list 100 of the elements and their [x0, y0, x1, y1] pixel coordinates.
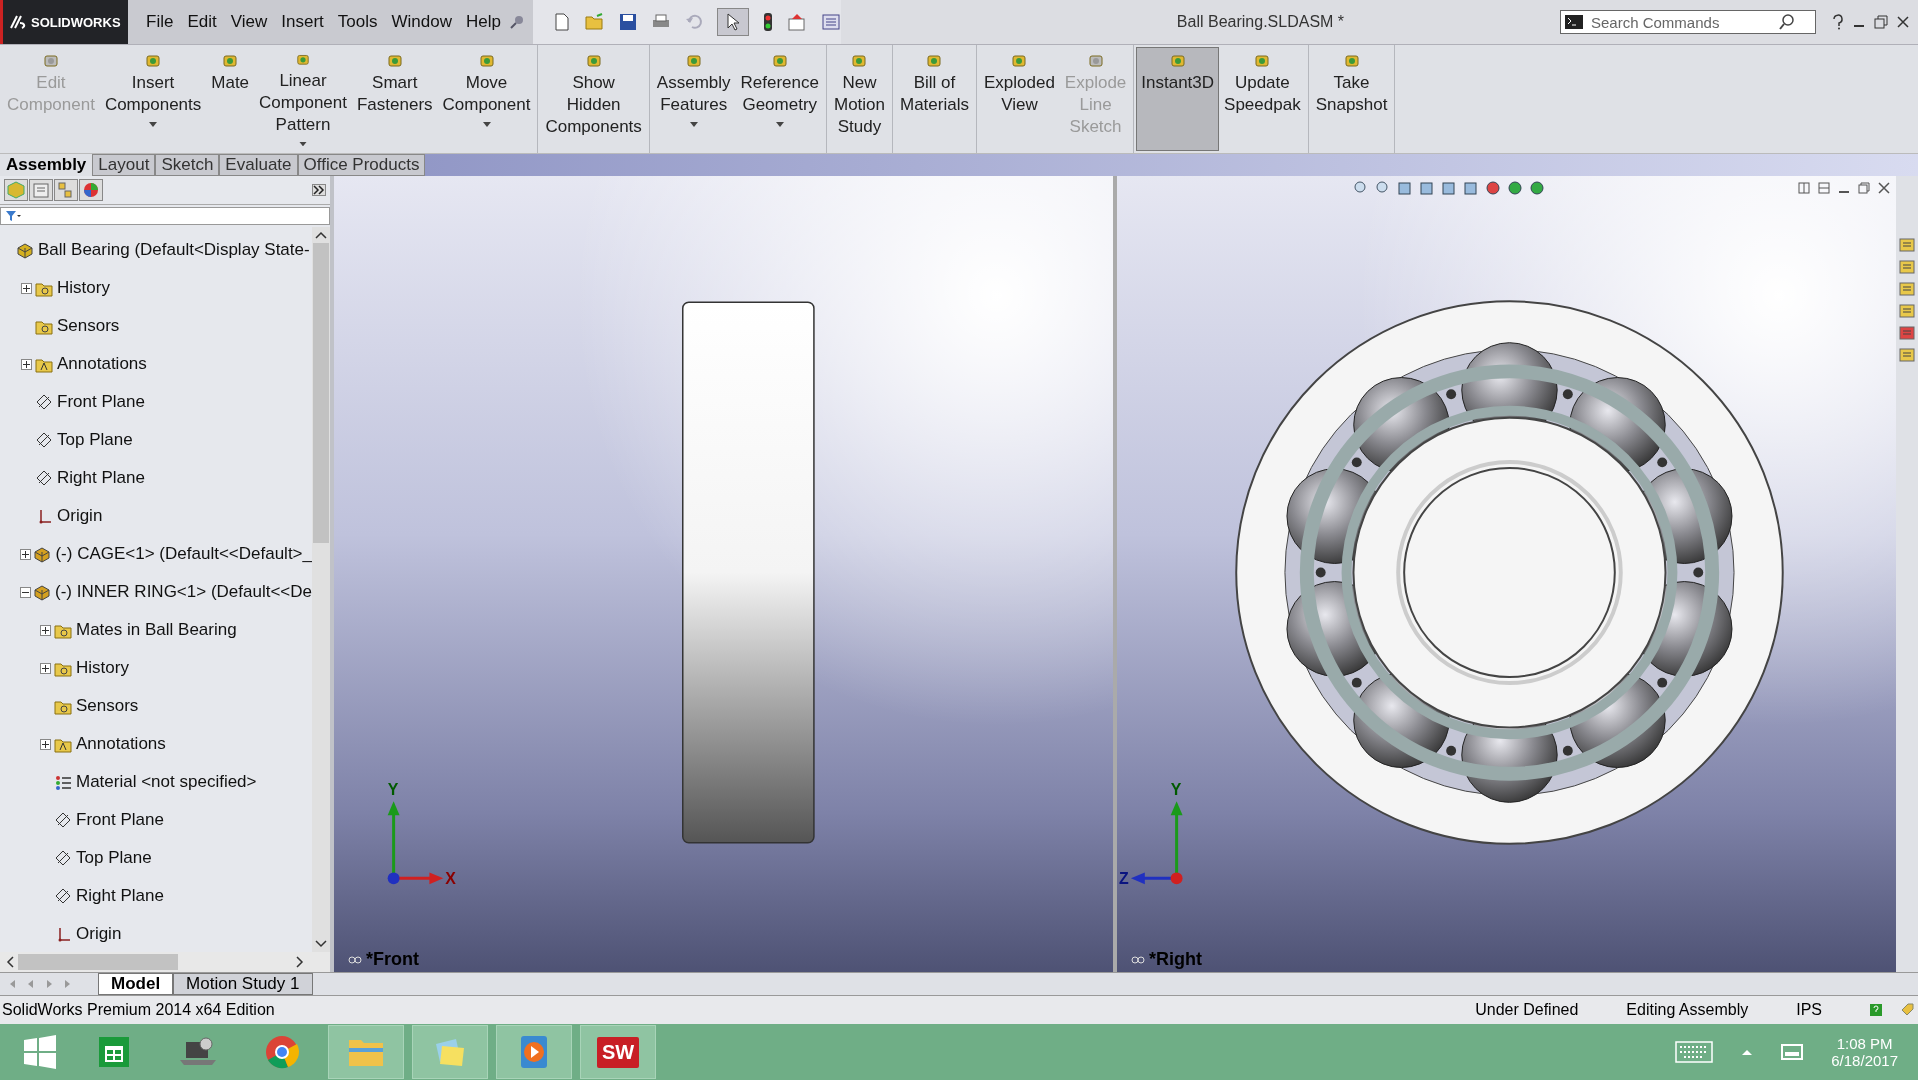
ribbon-button[interactable]: Instant3D	[1136, 47, 1220, 151]
filter-field[interactable]	[0, 207, 330, 225]
ribbon-button[interactable]: Mate	[206, 47, 255, 151]
menu-item[interactable]: Help	[459, 12, 507, 32]
view-tool-icon[interactable]	[1375, 180, 1391, 196]
tree-item[interactable]: Right Plane	[76, 886, 164, 906]
tree-item[interactable]: Ball Bearing (Default<Display State-	[38, 240, 310, 260]
view-tool-icon[interactable]	[1441, 180, 1457, 196]
task-pane-icon[interactable]	[1898, 236, 1916, 254]
expand-toggle-icon[interactable]	[38, 662, 52, 674]
tree-item[interactable]: Right Plane	[57, 468, 145, 488]
search-input[interactable]: Search Commands	[1589, 12, 1773, 32]
scroll-left-icon[interactable]	[6, 956, 14, 968]
task-pane-icon[interactable]	[1898, 346, 1916, 364]
scroll-right-icon[interactable]	[296, 956, 304, 968]
restore-icon[interactable]	[1874, 15, 1888, 29]
view-tool-icon[interactable]	[1507, 180, 1523, 196]
tree-item[interactable]: History	[76, 658, 129, 678]
traffic-light-icon[interactable]	[762, 12, 773, 32]
tree-item[interactable]: History	[57, 278, 110, 298]
task-pane-icon[interactable]	[1898, 280, 1916, 298]
ribbon-tab[interactable]: Sketch	[155, 154, 220, 176]
view-tool-icon[interactable]	[1529, 180, 1545, 196]
expand-toggle-icon[interactable]	[19, 548, 32, 560]
ribbon-button[interactable]: Take Snapshot	[1310, 47, 1393, 151]
expand-toggle-icon[interactable]	[19, 586, 32, 598]
task-pane-icon[interactable]	[1898, 258, 1916, 276]
taskbar-app[interactable]: SW	[580, 1025, 656, 1079]
bottom-tab[interactable]: Motion Study 1	[173, 973, 313, 995]
view-tool-icon[interactable]	[1353, 180, 1369, 196]
options-icon[interactable]	[786, 13, 807, 31]
restore-icon[interactable]	[1858, 182, 1870, 194]
ribbon-button[interactable]: Smart Fasteners	[351, 47, 438, 151]
keyboard-icon[interactable]	[1675, 1041, 1714, 1063]
view-tool-icon[interactable]	[1463, 180, 1479, 196]
appearance-tab-icon[interactable]	[79, 179, 103, 201]
task-pane-icon[interactable]	[1898, 324, 1916, 342]
tree-item[interactable]: (-) CAGE<1> (Default<<Default>_	[55, 544, 312, 564]
save-icon[interactable]	[618, 13, 637, 31]
expand-toggle-icon[interactable]	[19, 358, 33, 370]
ribbon-button[interactable]: Insert Components	[99, 47, 207, 151]
tree-item[interactable]: Sensors	[57, 316, 120, 336]
tree-item[interactable]: Origin	[76, 924, 122, 944]
select-tool[interactable]	[716, 8, 749, 36]
tree-item[interactable]: Front Plane	[57, 392, 145, 412]
ribbon-button[interactable]: Exploded View	[978, 47, 1060, 151]
menu-item[interactable]: Tools	[331, 12, 384, 32]
view-tool-icon[interactable]	[1419, 180, 1435, 196]
task-pane-icon[interactable]	[1898, 302, 1916, 320]
ribbon-button[interactable]: New Motion Study	[828, 47, 890, 151]
ribbon-button[interactable]: Move Component	[437, 47, 536, 151]
battery-icon[interactable]	[1781, 1043, 1804, 1061]
tree-item[interactable]: Mates in Ball Bearing	[76, 620, 237, 640]
tree-item[interactable]: Front Plane	[76, 810, 164, 830]
tree-item[interactable]: Sensors	[76, 696, 139, 716]
tag-icon[interactable]	[1900, 1003, 1914, 1017]
tree-item[interactable]: (-) INNER RING<1> (Default<<De	[55, 582, 312, 602]
tree-item[interactable]: Material <not specified>	[76, 772, 257, 792]
ribbon-button[interactable]: Assembly Features	[651, 47, 736, 151]
tree-item[interactable]: Annotations	[76, 734, 166, 754]
search-box[interactable]: Search Commands	[1560, 10, 1816, 34]
horizontal-scrollbar[interactable]	[0, 952, 330, 972]
scroll-down-icon[interactable]	[315, 940, 327, 948]
menu-item[interactable]: Window	[385, 12, 458, 32]
windows-logo-icon[interactable]	[22, 1034, 58, 1070]
view-tool-icon[interactable]	[1397, 180, 1413, 196]
expand-toggle-icon[interactable]	[38, 738, 52, 750]
new-document-icon[interactable]	[552, 12, 571, 32]
open-folder-icon[interactable]	[584, 13, 605, 31]
ribbon-button[interactable]: Show Hidden Components	[540, 47, 647, 151]
ribbon-tab[interactable]: Layout	[92, 154, 156, 176]
close-icon[interactable]	[1896, 15, 1910, 29]
property-tab-icon[interactable]	[29, 179, 53, 201]
menu-item[interactable]: File	[140, 12, 180, 32]
bottom-tab[interactable]: Model	[98, 973, 174, 995]
split-view-icon[interactable]	[1798, 182, 1810, 194]
ribbon-button[interactable]: Update Speedpak	[1219, 47, 1306, 151]
tree-item[interactable]: Top Plane	[57, 430, 133, 450]
expand-panel-icon[interactable]	[312, 184, 326, 196]
expand-toggle-icon[interactable]	[19, 282, 33, 294]
menu-item[interactable]: Edit	[181, 12, 223, 32]
menu-item[interactable]: Insert	[275, 12, 330, 32]
ribbon-button[interactable]: Bill of Materials	[895, 47, 974, 151]
pin-icon[interactable]	[508, 14, 525, 30]
view-tool-icon[interactable]	[1485, 180, 1501, 196]
vertical-scrollbar[interactable]	[312, 227, 330, 952]
ribbon-tab[interactable]: Evaluate	[219, 154, 298, 176]
tree-item[interactable]: Annotations	[57, 354, 147, 374]
ribbon-tab[interactable]: Office Products	[297, 154, 426, 176]
chevron-up-icon[interactable]	[1741, 1047, 1754, 1057]
ribbon-button[interactable]: Reference Geometry	[735, 47, 824, 151]
menu-item[interactable]: View	[224, 12, 274, 32]
tree-item[interactable]: Origin	[57, 506, 103, 526]
configuration-tab-icon[interactable]	[54, 179, 78, 201]
help-icon[interactable]	[1832, 14, 1844, 30]
expand-toggle-icon[interactable]	[38, 624, 52, 636]
close-icon[interactable]	[1878, 182, 1890, 194]
list-icon[interactable]	[820, 13, 841, 31]
split-view-icon[interactable]	[1818, 182, 1830, 194]
scroll-up-icon[interactable]	[315, 231, 327, 239]
